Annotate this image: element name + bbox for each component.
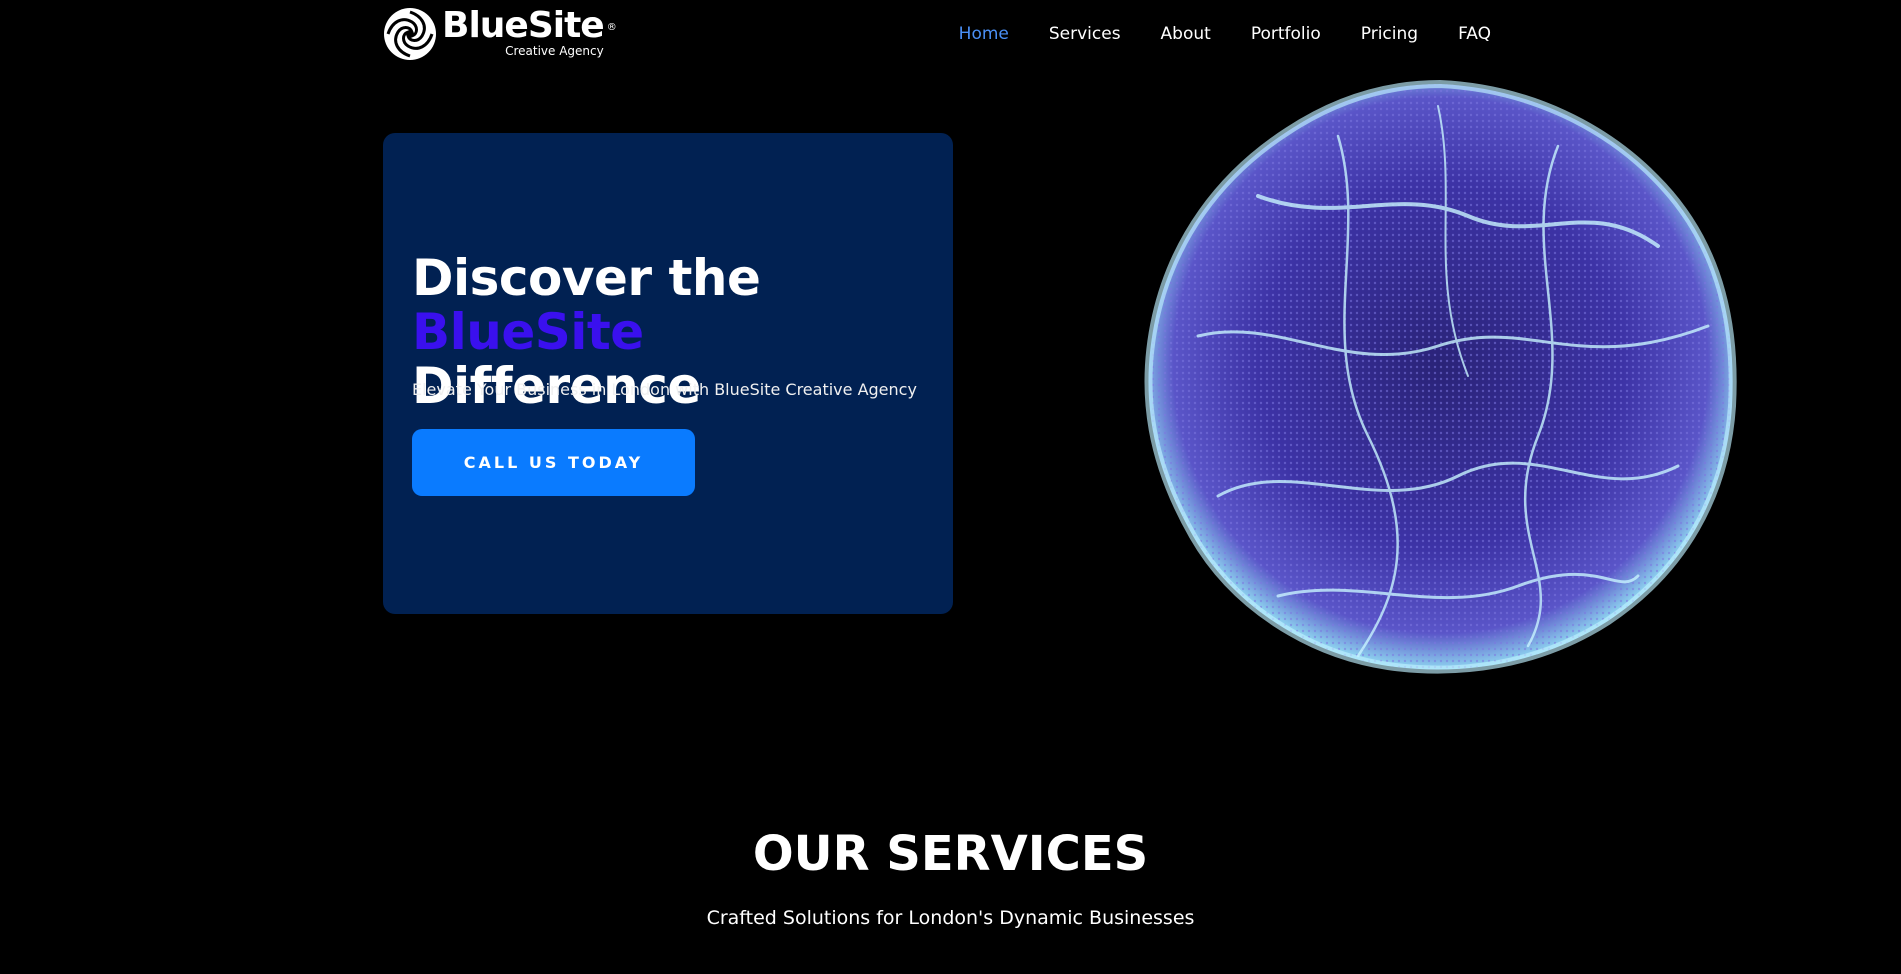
nav-item-faq[interactable]: FAQ xyxy=(1458,24,1491,44)
hero-title-accent: BlueSite xyxy=(412,303,644,361)
services-title: OUR SERVICES xyxy=(752,826,1149,882)
brand-name-text: BlueSite xyxy=(442,5,605,46)
brand-name: BlueSite ® xyxy=(442,5,617,46)
main-nav: Home Services About Portfolio Pricing FA… xyxy=(959,24,1491,44)
hero-subtitle: Elevate Your Business in London with Blu… xyxy=(412,380,917,399)
services-subtitle: Crafted Solutions for London's Dynamic B… xyxy=(706,907,1195,929)
call-us-button[interactable]: CALL US TODAY xyxy=(412,429,695,496)
brand-text: BlueSite ® Creative Agency xyxy=(442,5,617,59)
page: BlueSite ® Creative Agency Home Services … xyxy=(0,0,1901,974)
nav-item-portfolio[interactable]: Portfolio xyxy=(1251,24,1321,44)
nav-item-home[interactable]: Home xyxy=(959,24,1009,44)
swirl-logo-icon xyxy=(384,8,436,60)
energy-sphere-graphic xyxy=(1144,79,1737,674)
brand-tagline: Creative Agency xyxy=(505,44,604,58)
hero-title-line1: Discover the xyxy=(412,249,761,307)
brand-logo-link[interactable]: BlueSite ® Creative Agency xyxy=(382,5,617,62)
registered-mark: ® xyxy=(606,22,617,33)
nav-item-about[interactable]: About xyxy=(1161,24,1211,44)
hero-card: Discover the BlueSite Difference Elevate… xyxy=(383,133,953,614)
nav-item-pricing[interactable]: Pricing xyxy=(1361,24,1418,44)
nav-item-services[interactable]: Services xyxy=(1049,24,1121,44)
